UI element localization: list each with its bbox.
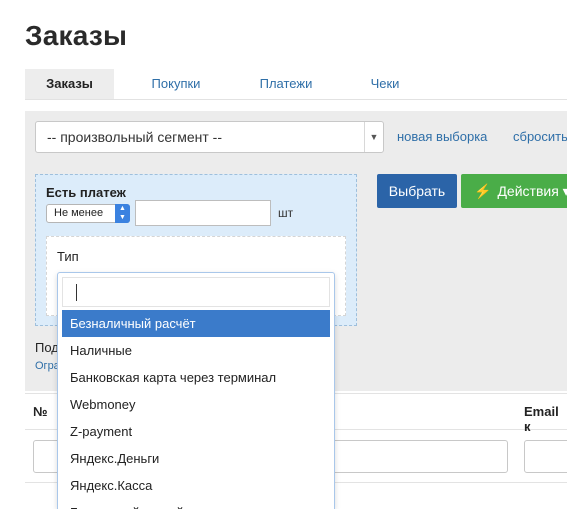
caret-down-icon: ▾ <box>562 183 567 199</box>
text-cursor <box>76 284 77 301</box>
column-header-email[interactable]: Email к <box>524 404 567 434</box>
dropdown-option[interactable]: Яндекс.Касса <box>62 472 330 499</box>
dropdown-options: Безналичный расчёт Наличные Банковская к… <box>62 310 330 509</box>
email-filter-input[interactable] <box>524 440 567 473</box>
actions-button-label: Действия <box>497 183 559 199</box>
type-label: Тип <box>57 249 79 264</box>
operator-select[interactable]: Не менее ▲ ▼ <box>46 204 130 223</box>
new-selection-link[interactable]: новая выборка <box>397 129 487 144</box>
chevron-down-icon: ▼ <box>364 122 383 152</box>
type-dropdown[interactable]: Безналичный расчёт Наличные Банковская к… <box>57 272 335 509</box>
tab-payments[interactable]: Платежи <box>241 69 331 99</box>
operator-select-value: Не менее <box>54 207 104 219</box>
tab-orders[interactable]: Заказы <box>25 69 114 99</box>
dropdown-option[interactable]: Наличные <box>62 337 330 364</box>
dropdown-option[interactable]: Webmoney <box>62 391 330 418</box>
dropdown-option[interactable]: Z-payment <box>62 418 330 445</box>
reset-link[interactable]: сбросить <box>513 129 567 144</box>
count-input[interactable] <box>135 200 271 226</box>
tab-purchases[interactable]: Покупки <box>133 69 219 99</box>
tab-receipts[interactable]: Чеки <box>353 69 417 99</box>
tab-bar: Заказы Покупки Платежи Чеки <box>25 69 567 100</box>
lightning-icon: ⚡ <box>474 183 492 199</box>
select-button[interactable]: Выбрать <box>377 174 457 208</box>
segment-select[interactable]: -- произвольный сегмент -- ▼ <box>35 121 384 153</box>
subtext-label: Под <box>35 340 59 355</box>
dropdown-option[interactable]: Безналичный расчёт <box>62 310 330 337</box>
dropdown-search-input[interactable] <box>62 277 330 307</box>
segment-select-value: -- произвольный сегмент -- <box>47 129 222 145</box>
column-header-number[interactable]: № <box>33 404 48 419</box>
condition-label: Есть платеж <box>46 185 126 200</box>
dropdown-option[interactable]: Банковской картой <box>62 499 330 509</box>
dropdown-option[interactable]: Яндекс.Деньги <box>62 445 330 472</box>
dropdown-option[interactable]: Банковская карта через терминал <box>62 364 330 391</box>
actions-button[interactable]: ⚡ Действия ▾ <box>461 174 567 208</box>
updown-arrows-icon: ▲ ▼ <box>115 204 130 223</box>
page-title: Заказы <box>25 20 128 51</box>
unit-label: шт <box>278 206 294 220</box>
